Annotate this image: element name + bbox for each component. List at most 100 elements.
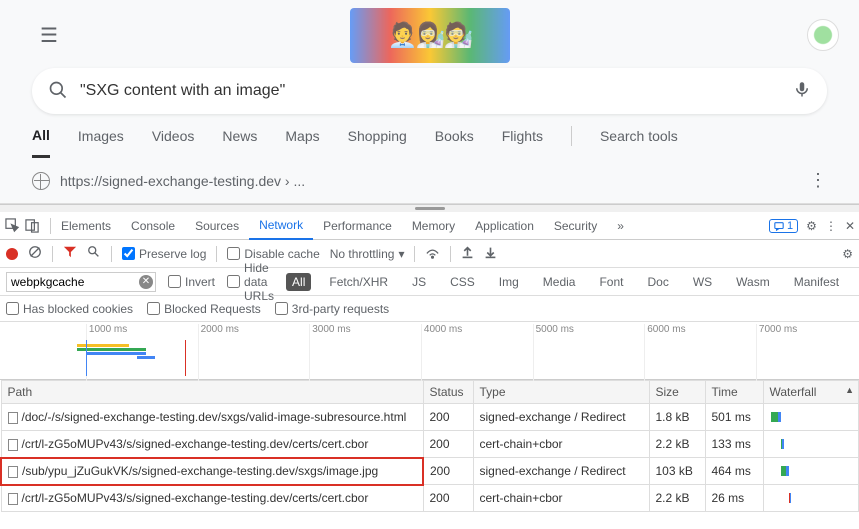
cell-status: 200 <box>423 485 473 512</box>
type-js[interactable]: JS <box>406 273 432 291</box>
preserve-log-checkbox[interactable]: Preserve log <box>122 247 206 261</box>
type-css[interactable]: CSS <box>444 273 481 291</box>
filter-icon[interactable] <box>63 245 77 262</box>
messages-badge[interactable]: 1 <box>769 219 798 233</box>
avatar[interactable] <box>807 19 839 51</box>
dttab-console[interactable]: Console <box>121 213 185 239</box>
file-icon <box>8 466 18 478</box>
cell-status: 200 <box>423 458 473 485</box>
tab-maps[interactable]: Maps <box>285 128 319 156</box>
dttab-security[interactable]: Security <box>544 213 607 239</box>
drag-handle[interactable] <box>0 204 859 212</box>
cell-type: signed-exchange / Redirect <box>473 458 649 485</box>
disable-cache-checkbox[interactable]: Disable cache <box>227 247 319 261</box>
dttab-sources[interactable]: Sources <box>185 213 249 239</box>
close-icon[interactable]: ✕ <box>845 219 855 233</box>
tab-flights[interactable]: Flights <box>502 128 543 156</box>
dttab-performance[interactable]: Performance <box>313 213 402 239</box>
col-status[interactable]: Status <box>423 381 473 404</box>
throttling-select[interactable]: No throttling ▾ <box>330 247 405 261</box>
col-type[interactable]: Type <box>473 381 649 404</box>
tab-news[interactable]: News <box>222 128 257 156</box>
type-doc[interactable]: Doc <box>641 273 674 291</box>
kebab-icon[interactable]: ⋮ <box>825 219 837 233</box>
cell-status: 200 <box>423 404 473 431</box>
table-row[interactable]: /crt/l-zG5oMUPv43/s/signed-exchange-test… <box>1 485 859 512</box>
timeline-overview[interactable]: 1000 ms 2000 ms 3000 ms 4000 ms 5000 ms … <box>0 322 859 380</box>
mic-icon[interactable] <box>793 80 811 103</box>
type-ws[interactable]: WS <box>687 273 718 291</box>
tab-books[interactable]: Books <box>435 128 474 156</box>
cell-size: 2.2 kB <box>649 431 705 458</box>
dttab-network[interactable]: Network <box>249 212 313 240</box>
search-box[interactable] <box>32 68 827 114</box>
cell-type: signed-exchange / Redirect <box>473 404 649 431</box>
tab-all[interactable]: All <box>32 127 50 158</box>
col-size[interactable]: Size <box>649 381 705 404</box>
search-tools[interactable]: Search tools <box>600 128 678 156</box>
dttab-elements[interactable]: Elements <box>51 213 121 239</box>
dttab-memory[interactable]: Memory <box>402 213 465 239</box>
gear-icon[interactable]: ⚙ <box>842 247 853 261</box>
hide-urls-checkbox[interactable]: Hide data URLs <box>227 261 274 303</box>
network-conditions-icon[interactable] <box>425 245 440 263</box>
export-icon[interactable] <box>484 246 497 262</box>
cell-time: 501 ms <box>705 404 763 431</box>
devtools-tabs: Elements Console Sources Network Perform… <box>0 212 859 240</box>
search-icon[interactable] <box>87 245 101 262</box>
type-all[interactable]: All <box>286 273 311 291</box>
col-waterfall[interactable]: Waterfall▲ <box>763 381 859 404</box>
table-row[interactable]: /crt/l-zG5oMUPv43/s/signed-exchange-test… <box>1 431 859 458</box>
type-fetch[interactable]: Fetch/XHR <box>323 273 394 291</box>
result-url[interactable]: https://signed-exchange-testing.dev › ..… <box>60 173 305 189</box>
filter-input[interactable] <box>6 272 156 292</box>
third-party-checkbox[interactable]: 3rd-party requests <box>275 302 389 316</box>
type-img[interactable]: Img <box>493 273 525 291</box>
invert-checkbox[interactable]: Invert <box>168 275 215 289</box>
record-button[interactable] <box>6 248 18 260</box>
gear-icon[interactable]: ⚙ <box>806 219 817 233</box>
cell-type: cert-chain+cbor <box>473 485 649 512</box>
time-tick: 6000 ms <box>644 324 685 381</box>
cell-path: /crt/l-zG5oMUPv43/s/signed-exchange-test… <box>1 485 423 512</box>
blocked-cookies-checkbox[interactable]: Has blocked cookies <box>6 302 133 316</box>
time-tick: 5000 ms <box>533 324 574 381</box>
cell-type: cert-chain+cbor <box>473 431 649 458</box>
device-icon[interactable] <box>24 218 40 234</box>
type-media[interactable]: Media <box>537 273 582 291</box>
clear-button[interactable] <box>28 245 42 262</box>
sep <box>450 246 451 262</box>
file-icon <box>8 412 18 424</box>
logo-doodle[interactable]: 🧑‍💼👩‍🔬🧑‍🔬 <box>350 8 510 63</box>
time-tick: 4000 ms <box>421 324 462 381</box>
type-font[interactable]: Font <box>593 273 629 291</box>
dttab-application[interactable]: Application <box>465 213 544 239</box>
import-icon[interactable] <box>461 246 474 262</box>
col-time[interactable]: Time <box>705 381 763 404</box>
type-wasm[interactable]: Wasm <box>730 273 776 291</box>
menu-icon[interactable]: ☰ <box>40 23 58 48</box>
inspect-icon[interactable] <box>4 218 20 234</box>
type-manifest[interactable]: Manifest <box>788 273 845 291</box>
tab-shopping[interactable]: Shopping <box>348 128 407 156</box>
cell-time: 464 ms <box>705 458 763 485</box>
cell-path: /doc/-/s/signed-exchange-testing.dev/sxg… <box>1 404 423 431</box>
tab-images[interactable]: Images <box>78 128 124 156</box>
more-icon[interactable]: ⋮ <box>809 170 827 191</box>
sep <box>216 246 217 262</box>
blocked-requests-checkbox[interactable]: Blocked Requests <box>147 302 261 316</box>
table-row[interactable]: /doc/-/s/signed-exchange-testing.dev/sxg… <box>1 404 859 431</box>
clear-filter-icon[interactable]: ✕ <box>139 275 153 289</box>
col-path[interactable]: Path <box>1 381 423 404</box>
table-row[interactable]: /sub/ypu_jZuGukVK/s/signed-exchange-test… <box>1 458 859 485</box>
search-input[interactable] <box>80 82 793 100</box>
tab-videos[interactable]: Videos <box>152 128 195 156</box>
cell-size: 103 kB <box>649 458 705 485</box>
more-tabs-icon[interactable]: » <box>607 213 634 239</box>
file-icon <box>8 439 18 451</box>
sep <box>414 246 415 262</box>
network-table: Path Status Type Size Time Waterfall▲ /d… <box>0 380 859 512</box>
file-icon <box>8 493 18 505</box>
filter-bar-2: Has blocked cookies Blocked Requests 3rd… <box>0 296 859 322</box>
time-tick: 2000 ms <box>198 324 239 381</box>
